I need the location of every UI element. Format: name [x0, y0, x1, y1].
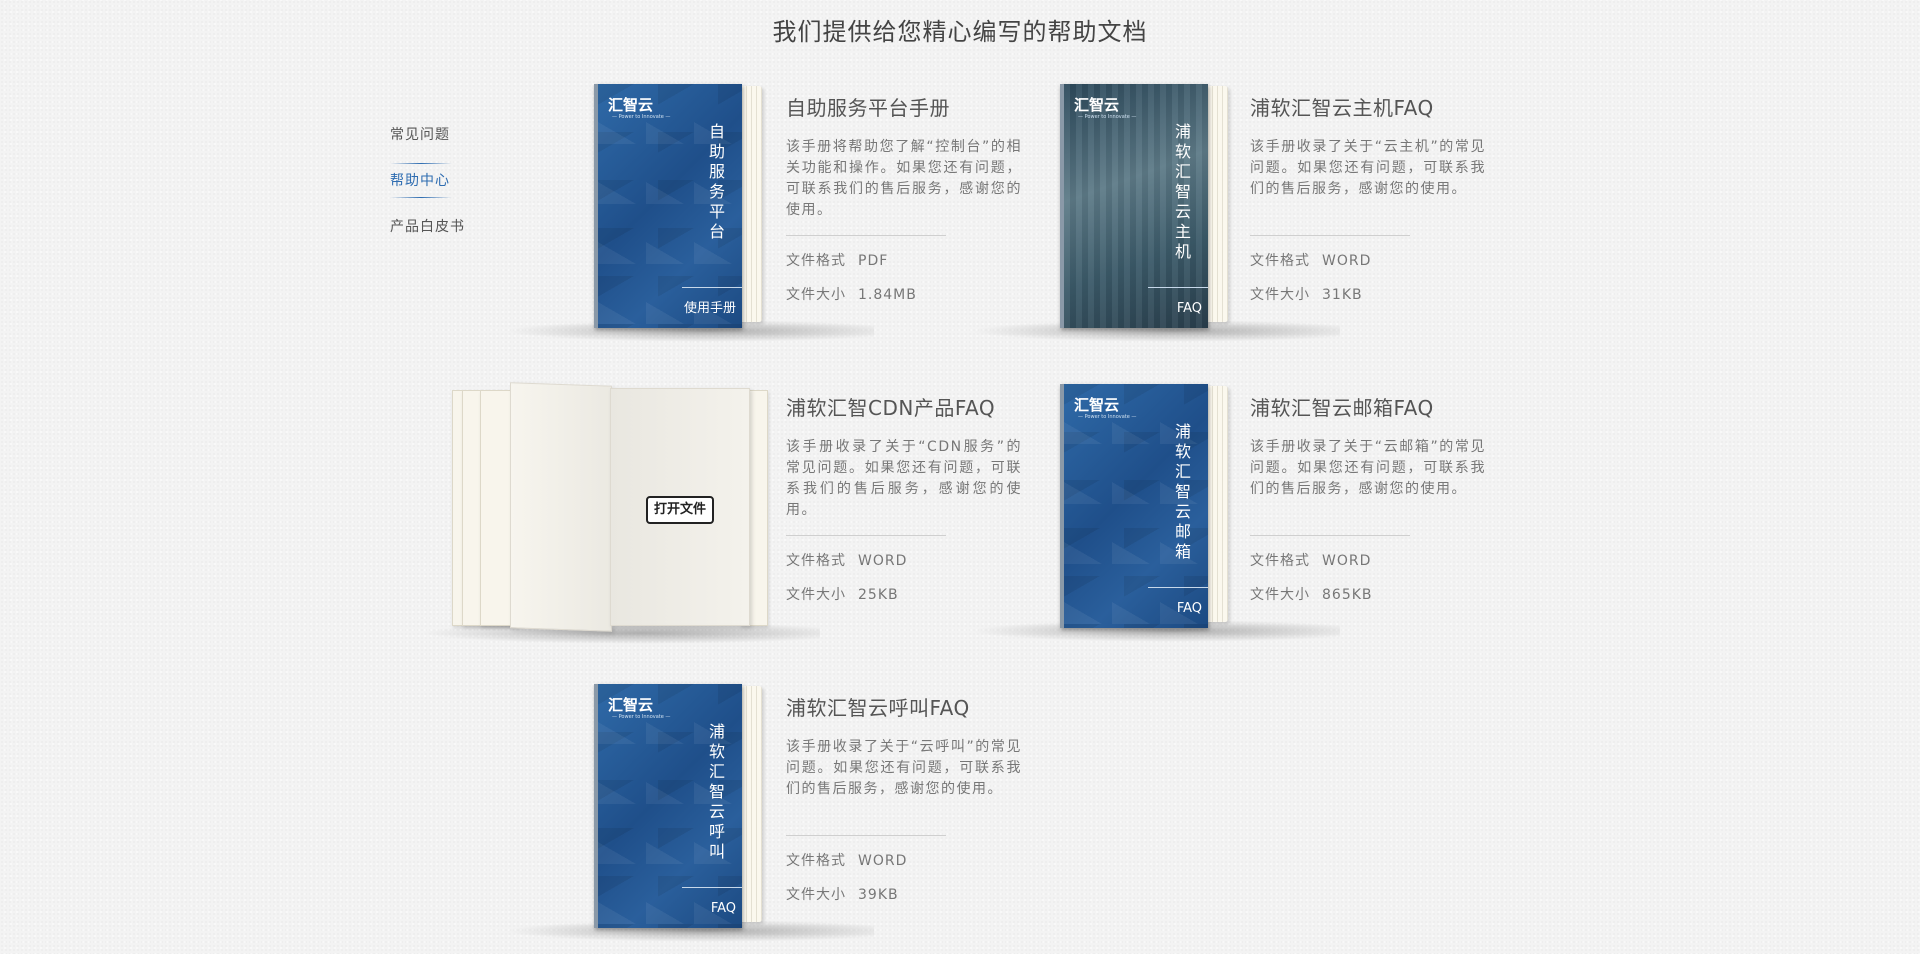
brand-tagline: — Power to Innovate — — [612, 714, 671, 720]
file-size: 文件大小 865KB — [1250, 587, 1373, 603]
doc-title[interactable]: 浦软汇智云呼叫FAQ — [786, 692, 1022, 721]
doc-description: 该手册收录了关于“CDN服务”的常见问题。如果您还有问题，可联系我们的售后服务，… — [786, 439, 1022, 518]
divider — [1250, 235, 1410, 236]
file-format-value: WORD — [1322, 253, 1372, 269]
file-format-value: WORD — [858, 553, 908, 569]
doc-info: 浦软汇智云邮箱FAQ 该手册收录了关于“云邮箱”的常见问题。如果您还有问题，可联… — [1250, 392, 1486, 604]
brand-logo: 汇智云 — [1074, 396, 1120, 414]
file-format: 文件格式 WORD — [786, 853, 908, 869]
doc-title[interactable]: 浦软汇智云邮箱FAQ — [1250, 392, 1486, 421]
doc-title[interactable]: 自助服务平台手册 — [786, 92, 1022, 121]
cover-foot: FAQ — [1176, 301, 1202, 316]
file-format-value: PDF — [858, 253, 889, 269]
doc-title[interactable]: 浦软汇智CDN产品FAQ — [786, 392, 1022, 421]
book-cover[interactable]: 汇智云 — Power to Innovate — 浦软汇智云主机 FAQ — [970, 84, 1340, 342]
file-size-value: 39KB — [858, 887, 899, 903]
brand-logo: 汇智云 — [608, 696, 654, 714]
brand-tagline: — Power to Innovate — — [1078, 114, 1137, 120]
file-format: 文件格式 WORD — [1250, 553, 1372, 569]
book-cover[interactable]: 汇智云 — Power to Innovate — 浦软汇智云呼叫 FAQ — [504, 684, 874, 942]
cover: 汇智云 — Power to Innovate — 自助服务平台 使用手册 — [594, 84, 742, 328]
doc-card: 汇智云 — Power to Innovate — 自助服务平台 使用手册 自助… — [504, 84, 1021, 342]
file-size-value: 1.84MB — [858, 287, 917, 303]
file-size-value: 31KB — [1322, 287, 1363, 303]
doc-card: 打开文件 浦软汇智CDN产品FAQ 该手册收录了关于“CDN服务”的常见问题。如… — [420, 382, 1021, 644]
brand-tagline: — Power to Innovate — — [1078, 414, 1137, 420]
file-format-value: WORD — [858, 853, 908, 869]
doc-title[interactable]: 浦软汇智云主机FAQ — [1250, 92, 1486, 121]
doc-info: 浦软汇智云主机FAQ 该手册收录了关于“云主机”的常见问题。如果您还有问题，可联… — [1250, 92, 1486, 304]
divider — [786, 835, 946, 836]
file-format: 文件格式 WORD — [1250, 253, 1372, 269]
brand-logo: 汇智云 — [1074, 96, 1120, 114]
file-format: 文件格式 WORD — [786, 553, 908, 569]
doc-info: 浦软汇智云呼叫FAQ 该手册收录了关于“云呼叫”的常见问题。如果您还有问题，可联… — [786, 692, 1022, 904]
brand-logo: 汇智云 — [608, 96, 654, 114]
open-file-button[interactable]: 打开文件 — [646, 496, 714, 524]
doc-card: 汇智云 — Power to Innovate — 浦软汇智云呼叫 FAQ 浦软… — [504, 684, 1021, 942]
file-size-value: 865KB — [1322, 587, 1373, 603]
file-size: 文件大小 1.84MB — [786, 287, 917, 303]
file-size: 文件大小 25KB — [786, 587, 899, 603]
cover-foot: FAQ — [710, 901, 736, 916]
divider — [786, 235, 946, 236]
doc-info: 自助服务平台手册 该手册将帮助您了解“控制台”的相关功能和操作。如果您还有问题，… — [786, 92, 1022, 304]
book-cover[interactable]: 汇智云 — Power to Innovate — 自助服务平台 使用手册 — [504, 84, 874, 342]
side-nav: 常见问题 帮助中心 产品白皮书 — [390, 124, 480, 262]
doc-info: 浦软汇智CDN产品FAQ 该手册收录了关于“CDN服务”的常见问题。如果您还有问… — [786, 392, 1022, 604]
cover-title: 浦软汇智云呼叫 — [708, 722, 725, 861]
doc-description: 该手册将帮助您了解“控制台”的相关功能和操作。如果您还有问题，可联系我们的售后服… — [786, 139, 1022, 218]
cover-title: 浦软汇智云主机 — [1174, 122, 1191, 261]
cover-title: 浦软汇智云邮箱 — [1174, 422, 1191, 561]
cover-title: 自助服务平台 — [708, 122, 725, 241]
brand-tagline: — Power to Innovate — — [612, 114, 671, 120]
cover: 汇智云 — Power to Innovate — 浦软汇智云主机 FAQ — [1060, 84, 1208, 328]
file-size: 文件大小 31KB — [1250, 287, 1363, 303]
file-format: 文件格式 PDF — [786, 253, 889, 269]
divider — [1250, 535, 1410, 536]
file-format-value: WORD — [1322, 553, 1372, 569]
doc-description: 该手册收录了关于“云呼叫”的常见问题。如果您还有问题，可联系我们的售后服务，感谢… — [786, 739, 1022, 797]
page-title: 我们提供给您精心编写的帮助文档 — [772, 18, 1148, 46]
nav-item-faq[interactable]: 常见问题 — [390, 124, 480, 146]
file-size-value: 25KB — [858, 587, 899, 603]
nav-item-whitepaper[interactable]: 产品白皮书 — [390, 216, 480, 238]
doc-description: 该手册收录了关于“云邮箱”的常见问题。如果您还有问题，可联系我们的售后服务，感谢… — [1250, 439, 1486, 497]
doc-card: 汇智云 — Power to Innovate — 浦软汇智云邮箱 FAQ 浦软… — [970, 384, 1485, 642]
cover: 汇智云 — Power to Innovate — 浦软汇智云呼叫 FAQ — [594, 684, 742, 928]
doc-description: 该手册收录了关于“云主机”的常见问题。如果您还有问题，可联系我们的售后服务，感谢… — [1250, 139, 1486, 197]
file-size: 文件大小 39KB — [786, 887, 899, 903]
cover: 汇智云 — Power to Innovate — 浦软汇智云邮箱 FAQ — [1060, 384, 1208, 628]
open-book-left-page — [510, 382, 612, 632]
nav-item-help-center[interactable]: 帮助中心 — [390, 163, 480, 198]
book-cover[interactable]: 汇智云 — Power to Innovate — 浦软汇智云邮箱 FAQ — [970, 384, 1340, 642]
cover-foot: 使用手册 — [683, 301, 736, 316]
divider — [786, 535, 946, 536]
cover-foot: FAQ — [1176, 601, 1202, 616]
open-book[interactable]: 打开文件 — [420, 382, 820, 644]
doc-card: 汇智云 — Power to Innovate — 浦软汇智云主机 FAQ 浦软… — [970, 84, 1485, 342]
